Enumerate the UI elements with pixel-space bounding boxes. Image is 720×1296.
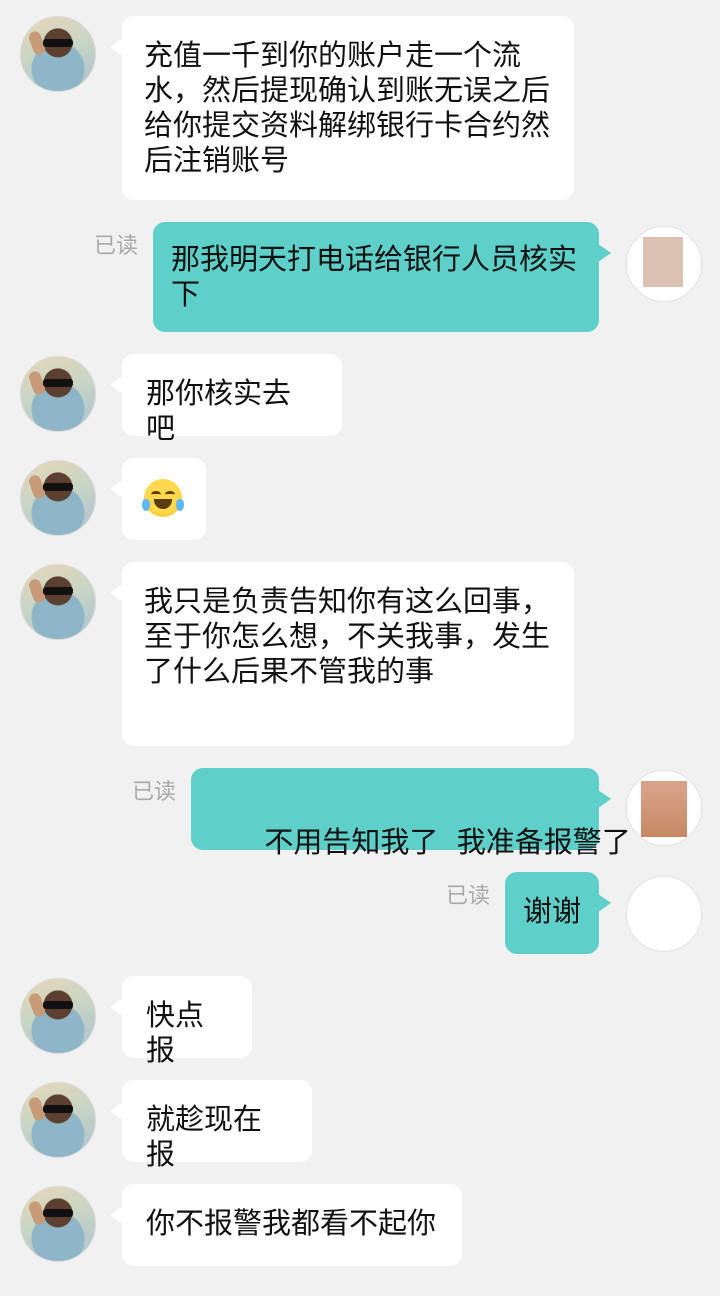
avatar-photo-detail	[43, 587, 73, 595]
avatar-photo-detail	[43, 1209, 73, 1217]
contact-avatar[interactable]	[20, 356, 96, 432]
message-text: 不用告知我了 我准备报警了	[264, 825, 631, 859]
emoji-tear	[176, 499, 184, 511]
my-avatar[interactable]	[626, 226, 702, 302]
contact-avatar[interactable]	[20, 1186, 96, 1262]
message-bubble[interactable]: 那你核实去吧	[110, 354, 342, 445]
emoji-mouth	[154, 499, 172, 509]
read-status: 已读	[132, 780, 177, 805]
emoji-tear	[142, 499, 150, 511]
contact-avatar[interactable]	[20, 16, 96, 92]
message-text: 那我明天打电话给银行人员核实下	[171, 242, 578, 311]
message-text: 我只是负责告知你有这么回事，至于你怎么想，不关我事，发生了什么后果不管我的事	[144, 584, 551, 688]
avatar-photo-detail	[43, 483, 73, 491]
read-status: 已读	[446, 884, 491, 909]
message-text: 就趁现在报	[146, 1102, 263, 1171]
message-text: 那你核实去吧	[146, 376, 292, 445]
my-avatar[interactable]	[626, 876, 702, 952]
message-text: 你不报警我都看不起你	[146, 1206, 437, 1240]
message-bubble[interactable]: 你不报警我都看不起你	[110, 1184, 462, 1266]
message-bubble[interactable]: 那我明天打电话给银行人员核实下	[153, 222, 611, 332]
message-bubble[interactable]: 谢谢	[505, 872, 611, 954]
message-text: 谢谢	[523, 894, 582, 928]
message-bubble[interactable]: 快点报	[110, 976, 252, 1067]
laughing-crying-emoji-icon	[142, 479, 184, 517]
avatar-photo-detail	[43, 39, 73, 47]
contact-avatar[interactable]	[20, 460, 96, 536]
emoji-eye	[151, 491, 161, 498]
message-text: 充值一千到你的账户走一个流水，然后提现确认到账无误之后给你提交资料解绑银行卡合约…	[144, 38, 551, 177]
read-status: 已读	[94, 234, 139, 259]
avatar-photo-detail	[43, 1001, 73, 1009]
avatar-photo-detail	[643, 237, 683, 287]
message-bubble[interactable]: 就趁现在报	[110, 1080, 312, 1171]
message-bubble[interactable]	[110, 458, 206, 540]
message-bubble[interactable]: 充值一千到你的账户走一个流水，然后提现确认到账无误之后给你提交资料解绑银行卡合约…	[110, 16, 574, 200]
avatar-photo-detail	[43, 1105, 73, 1113]
avatar-photo-detail	[641, 781, 687, 837]
contact-avatar[interactable]	[20, 1082, 96, 1158]
contact-avatar[interactable]	[20, 564, 96, 640]
chat-message-list[interactable]: 充值一千到你的账户走一个流水，然后提现确认到账无误之后给你提交资料解绑银行卡合约…	[0, 0, 720, 1296]
avatar-photo-detail	[43, 379, 73, 387]
contact-avatar[interactable]	[20, 978, 96, 1054]
message-bubble[interactable]: 不用告知我了 我准备报警了	[191, 768, 631, 859]
emoji-eye	[165, 491, 175, 498]
my-avatar[interactable]	[626, 770, 702, 846]
message-bubble[interactable]: 我只是负责告知你有这么回事，至于你怎么想，不关我事，发生了什么后果不管我的事	[110, 562, 574, 746]
message-text: 快点报	[146, 998, 205, 1067]
